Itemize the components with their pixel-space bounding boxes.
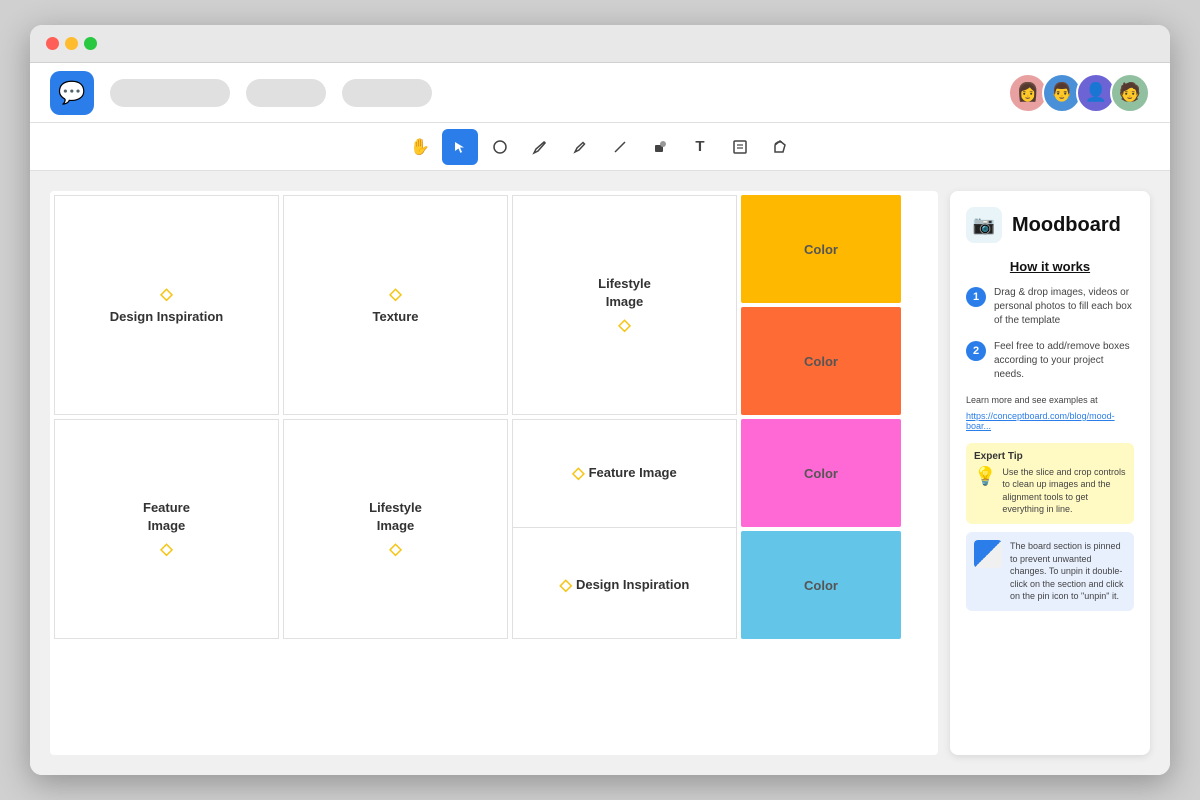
expert-tip-text: Use the slice and crop controls to clean… bbox=[1002, 466, 1126, 516]
sidebar-panel: 📷 Moodboard How it works 1 Drag & drop i… bbox=[950, 191, 1150, 755]
cell-feature-image[interactable]: FeatureImage ◇ bbox=[54, 419, 279, 639]
canvas-content: ◇ Design Inspiration ◇ Texture Lifestyle… bbox=[50, 191, 1150, 755]
step-1: 1 Drag & drop images, videos or personal… bbox=[966, 286, 1134, 328]
pin-icon bbox=[974, 540, 1002, 568]
app-logo[interactable]: 💬 bbox=[50, 71, 94, 115]
cell-lifestyle-image-2[interactable]: LifestyleImage ◇ bbox=[283, 419, 508, 639]
step-2: 2 Feel free to add/remove boxes accordin… bbox=[966, 340, 1134, 382]
diamond-icon: ◇ bbox=[389, 284, 401, 304]
diamond-icon: ◇ bbox=[389, 539, 401, 559]
diamond-icon: ◇ bbox=[560, 575, 572, 595]
how-it-works-heading: How it works bbox=[966, 259, 1134, 274]
select-tool[interactable] bbox=[442, 129, 478, 165]
pin-text: The board section is pinned to prevent u… bbox=[1010, 540, 1126, 603]
logo-icon: 💬 bbox=[58, 80, 85, 106]
cell-lifestyle-image-1[interactable]: LifestyleImage ◇ bbox=[512, 195, 737, 415]
nav-item-1[interactable] bbox=[110, 79, 230, 107]
frame-tool[interactable] bbox=[762, 129, 798, 165]
cell-label: FeatureImage bbox=[143, 499, 190, 535]
cell-label: LifestyleImage bbox=[598, 275, 651, 311]
app-header: 💬 👩 👨 👤 🧑 bbox=[30, 63, 1170, 123]
color-column: Color Color Color Color bbox=[741, 195, 901, 639]
minimize-button[interactable] bbox=[65, 37, 78, 50]
color-label: Color bbox=[804, 466, 838, 481]
color-label: Color bbox=[804, 242, 838, 257]
color-label: Color bbox=[804, 354, 838, 369]
color-label: Color bbox=[804, 578, 838, 593]
traffic-lights bbox=[46, 37, 97, 50]
nav-item-3[interactable] bbox=[342, 79, 432, 107]
titlebar bbox=[30, 25, 1170, 63]
panel-title: Moodboard bbox=[1012, 214, 1121, 237]
shape-tool[interactable] bbox=[642, 129, 678, 165]
avatar-4[interactable]: 🧑 bbox=[1110, 73, 1150, 113]
diamond-icon: ◇ bbox=[160, 284, 172, 304]
pen-tool[interactable] bbox=[522, 129, 558, 165]
diamond-icon: ◇ bbox=[618, 315, 630, 335]
cell-label: Design Inspiration bbox=[110, 308, 223, 326]
moodboard-grid: ◇ Design Inspiration ◇ Texture Lifestyle… bbox=[50, 191, 938, 755]
diamond-icon: ◇ bbox=[572, 463, 584, 483]
color-block-orange[interactable]: Color bbox=[741, 307, 901, 415]
cell-label: Texture bbox=[373, 308, 419, 326]
expert-tip-title: Expert Tip bbox=[974, 451, 1126, 462]
header-left: 💬 bbox=[50, 71, 432, 115]
nav-item-2[interactable] bbox=[246, 79, 326, 107]
color-block-yellow[interactable]: Color bbox=[741, 195, 901, 303]
cell-design-inspiration[interactable]: ◇ Design Inspiration bbox=[54, 195, 279, 415]
cell-label: LifestyleImage bbox=[369, 499, 422, 535]
text-tool[interactable]: T bbox=[682, 129, 718, 165]
eraser-tool[interactable] bbox=[482, 129, 518, 165]
design-inspiration-label: Design Inspiration bbox=[576, 576, 689, 594]
step-number-2: 2 bbox=[966, 341, 986, 361]
hand-tool[interactable]: ✋ bbox=[402, 129, 438, 165]
diamond-icon: ◇ bbox=[160, 539, 172, 559]
sticky-note-tool[interactable] bbox=[722, 129, 758, 165]
panel-header: 📷 Moodboard bbox=[966, 207, 1134, 243]
pencil-tool[interactable] bbox=[562, 129, 598, 165]
learn-link[interactable]: https://conceptboard.com/blog/mood-boar.… bbox=[966, 411, 1134, 431]
maximize-button[interactable] bbox=[84, 37, 97, 50]
step-number-1: 1 bbox=[966, 287, 986, 307]
color-block-blue[interactable]: Color bbox=[741, 531, 901, 639]
close-button[interactable] bbox=[46, 37, 59, 50]
cell-texture-1[interactable]: ◇ Texture bbox=[283, 195, 508, 415]
pin-note-box: The board section is pinned to prevent u… bbox=[966, 532, 1134, 611]
line-tool[interactable] bbox=[602, 129, 638, 165]
expert-tip-box: Expert Tip 💡 Use the slice and crop cont… bbox=[966, 443, 1134, 524]
app-window: 💬 👩 👨 👤 🧑 ✋ bbox=[30, 25, 1170, 775]
color-block-pink[interactable]: Color bbox=[741, 419, 901, 527]
cell-design-inspiration-2[interactable]: ◇ Feature Image ◇ Design Inspiration bbox=[512, 419, 737, 639]
feature-image-label: Feature Image bbox=[589, 464, 677, 482]
toolbar: ✋ T bbox=[30, 123, 1170, 171]
step-text-2: Feel free to add/remove boxes according … bbox=[994, 340, 1134, 382]
step-text-1: Drag & drop images, videos or personal p… bbox=[994, 286, 1134, 328]
avatar-group: 👩 👨 👤 🧑 bbox=[1008, 73, 1150, 113]
learn-more-text: Learn more and see examples at bbox=[966, 394, 1134, 407]
camera-icon: 📷 bbox=[966, 207, 1002, 243]
canvas-area[interactable]: ◇ Design Inspiration ◇ Texture Lifestyle… bbox=[30, 171, 1170, 775]
lightbulb-icon: 💡 bbox=[974, 466, 996, 487]
